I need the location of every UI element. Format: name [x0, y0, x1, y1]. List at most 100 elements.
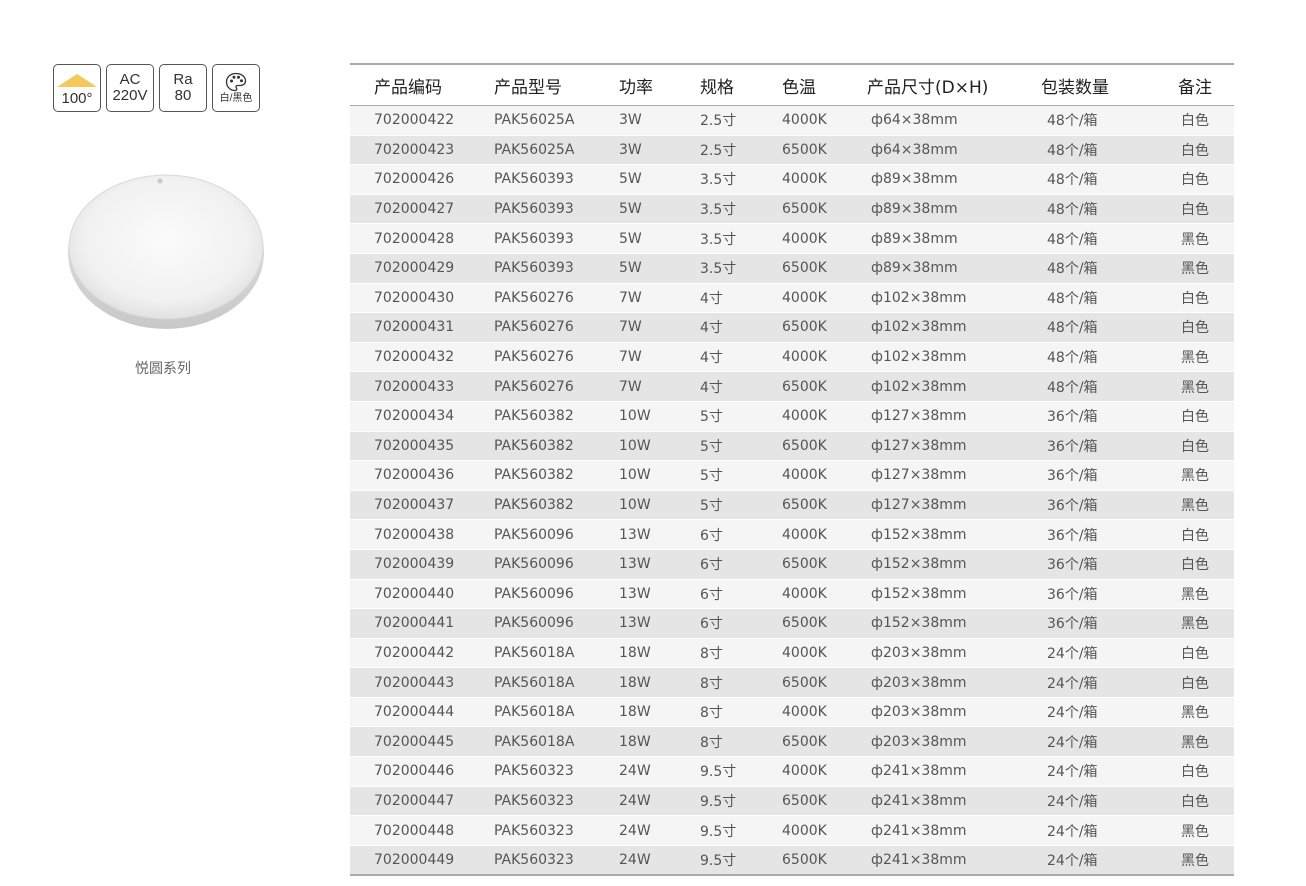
table-cell: ф89×38mm: [847, 194, 1023, 225]
table-cell: ф64×38mm: [847, 105, 1023, 136]
beam-angle-icon: [57, 74, 97, 88]
table-cell: 48个/箱: [1023, 223, 1156, 254]
table-cell: ф241×38mm: [847, 845, 1023, 876]
table-cell: 4000K: [758, 164, 847, 195]
table-cell: 702000431: [350, 312, 470, 343]
table-row: 702000440 PAK560096 13W 6寸 4000K ф152×38mm 36个…: [350, 579, 1234, 610]
table-cell: 36个/箱: [1023, 460, 1156, 491]
table-cell: 4寸: [676, 371, 758, 402]
column-header: 规格: [676, 64, 758, 106]
table-cell: 3.5寸: [676, 253, 758, 284]
spec-table: 产品编码 产品型号 功率 规格 色温 产品尺寸(D×H) 包装数量 备注 702000422 P…: [350, 63, 1234, 877]
table-cell: ф102×38mm: [847, 342, 1023, 373]
table-cell: 10W: [595, 490, 676, 521]
table-cell: 24个/箱: [1023, 638, 1156, 669]
table-row: 702000428 PAK560393 5W 3.5寸 4000K ф89×38mm 48个…: [350, 223, 1234, 254]
table-cell: 黑色: [1156, 342, 1234, 373]
voltage-type: AC: [119, 71, 141, 89]
table-cell: 4000K: [758, 579, 847, 610]
table-cell: 48个/箱: [1023, 253, 1156, 284]
table-cell: 3.5寸: [676, 194, 758, 225]
table-row: 702000445 PAK56018A 18W 8寸 6500K ф203×38mm 24个…: [350, 726, 1234, 758]
table-cell: 9.5寸: [676, 756, 758, 787]
table-cell: 5寸: [676, 431, 758, 462]
table-cell: 黑色: [1156, 815, 1234, 846]
table-cell: ф102×38mm: [847, 312, 1023, 343]
table-cell: 6寸: [676, 608, 758, 639]
table-cell: 6500K: [758, 490, 847, 521]
table-cell: 8寸: [676, 667, 758, 698]
table-cell: 48个/箱: [1023, 371, 1156, 402]
table-cell: 13W: [595, 608, 676, 639]
product-image: [68, 174, 264, 329]
table-cell: 702000448: [350, 815, 470, 846]
table-cell: PAK560393: [470, 164, 595, 195]
table-row: 702000434 PAK560382 10W 5寸 4000K ф127×38mm 36个…: [350, 401, 1234, 432]
column-header: 产品编码: [350, 64, 470, 106]
cri-value: 80: [174, 87, 192, 104]
table-row: 702000432 PAK560276 7W 4寸 4000K ф102×38mm 48个/…: [350, 342, 1234, 373]
table-cell: 6500K: [758, 667, 847, 698]
table-cell: PAK560276: [470, 342, 595, 373]
table-cell: 7W: [595, 312, 676, 343]
table-cell: 702000441: [350, 608, 470, 639]
table-cell: 24W: [595, 756, 676, 787]
table-cell: 702000438: [350, 519, 470, 550]
table-cell: 702000428: [350, 223, 470, 254]
table-row: 702000439 PAK560096 13W 6寸 6500K ф152×38mm 36个…: [350, 549, 1234, 580]
table-cell: 黑色: [1156, 223, 1234, 254]
table-cell: 702000434: [350, 401, 470, 432]
table-cell: PAK560323: [470, 756, 595, 787]
column-header: 产品尺寸(D×H): [847, 64, 1023, 106]
table-cell: 7W: [595, 342, 676, 373]
table-cell: ф89×38mm: [847, 253, 1023, 284]
column-header: 备注: [1156, 64, 1234, 106]
palette-icon: [225, 72, 247, 91]
table-cell: 702000426: [350, 164, 470, 195]
table-row: 702000426 PAK560393 5W 3.5寸 4000K ф89×38mm 48个…: [350, 164, 1234, 195]
table-cell: 6寸: [676, 549, 758, 580]
table-cell: 4000K: [758, 460, 847, 491]
table-cell: 4000K: [758, 342, 847, 373]
table-cell: PAK560276: [470, 371, 595, 402]
table-cell: 4000K: [758, 815, 847, 846]
table-cell: 13W: [595, 549, 676, 580]
table-row: 702000429 PAK560393 5W 3.5寸 6500K ф89×38mm 48个…: [350, 253, 1234, 284]
table-cell: ф127×38mm: [847, 431, 1023, 462]
table-cell: ф203×38mm: [847, 697, 1023, 728]
table-cell: 9.5寸: [676, 845, 758, 876]
table-cell: 7W: [595, 283, 676, 314]
table-cell: ф241×38mm: [847, 756, 1023, 787]
table-cell: PAK560382: [470, 490, 595, 521]
table-cell: 3W: [595, 105, 676, 136]
table-cell: ф127×38mm: [847, 401, 1023, 432]
table-cell: 6寸: [676, 579, 758, 610]
table-cell: ф241×38mm: [847, 786, 1023, 817]
table-cell: 702000436: [350, 460, 470, 491]
table-cell: 白色: [1156, 283, 1234, 314]
table-cell: 7W: [595, 371, 676, 402]
table-cell: 18W: [595, 726, 676, 758]
table-cell: 5寸: [676, 460, 758, 491]
table-body: 702000422 PAK56025A 3W 2.5寸 4000K ф64×38mm 48个…: [350, 105, 1234, 876]
table-cell: 白色: [1156, 431, 1234, 462]
table-cell: 702000439: [350, 549, 470, 580]
table-row: 702000427 PAK560393 5W 3.5寸 6500K ф89×38mm 48个…: [350, 194, 1234, 225]
table-cell: 36个/箱: [1023, 608, 1156, 639]
table-cell: 白色: [1156, 756, 1234, 787]
table-cell: 36个/箱: [1023, 431, 1156, 462]
table-cell: 702000433: [350, 371, 470, 402]
table-cell: 48个/箱: [1023, 105, 1156, 136]
table-cell: ф203×38mm: [847, 667, 1023, 698]
table-cell: PAK56018A: [470, 726, 595, 758]
table-cell: PAK560096: [470, 519, 595, 550]
table-cell: 10W: [595, 431, 676, 462]
table-cell: 5W: [595, 164, 676, 195]
table-cell: 24个/箱: [1023, 815, 1156, 846]
column-header: 功率: [595, 64, 676, 106]
table-cell: 6寸: [676, 519, 758, 550]
table-cell: ф152×38mm: [847, 519, 1023, 550]
table-cell: PAK560276: [470, 283, 595, 314]
table-cell: 36个/箱: [1023, 549, 1156, 580]
table-cell: PAK560393: [470, 194, 595, 225]
